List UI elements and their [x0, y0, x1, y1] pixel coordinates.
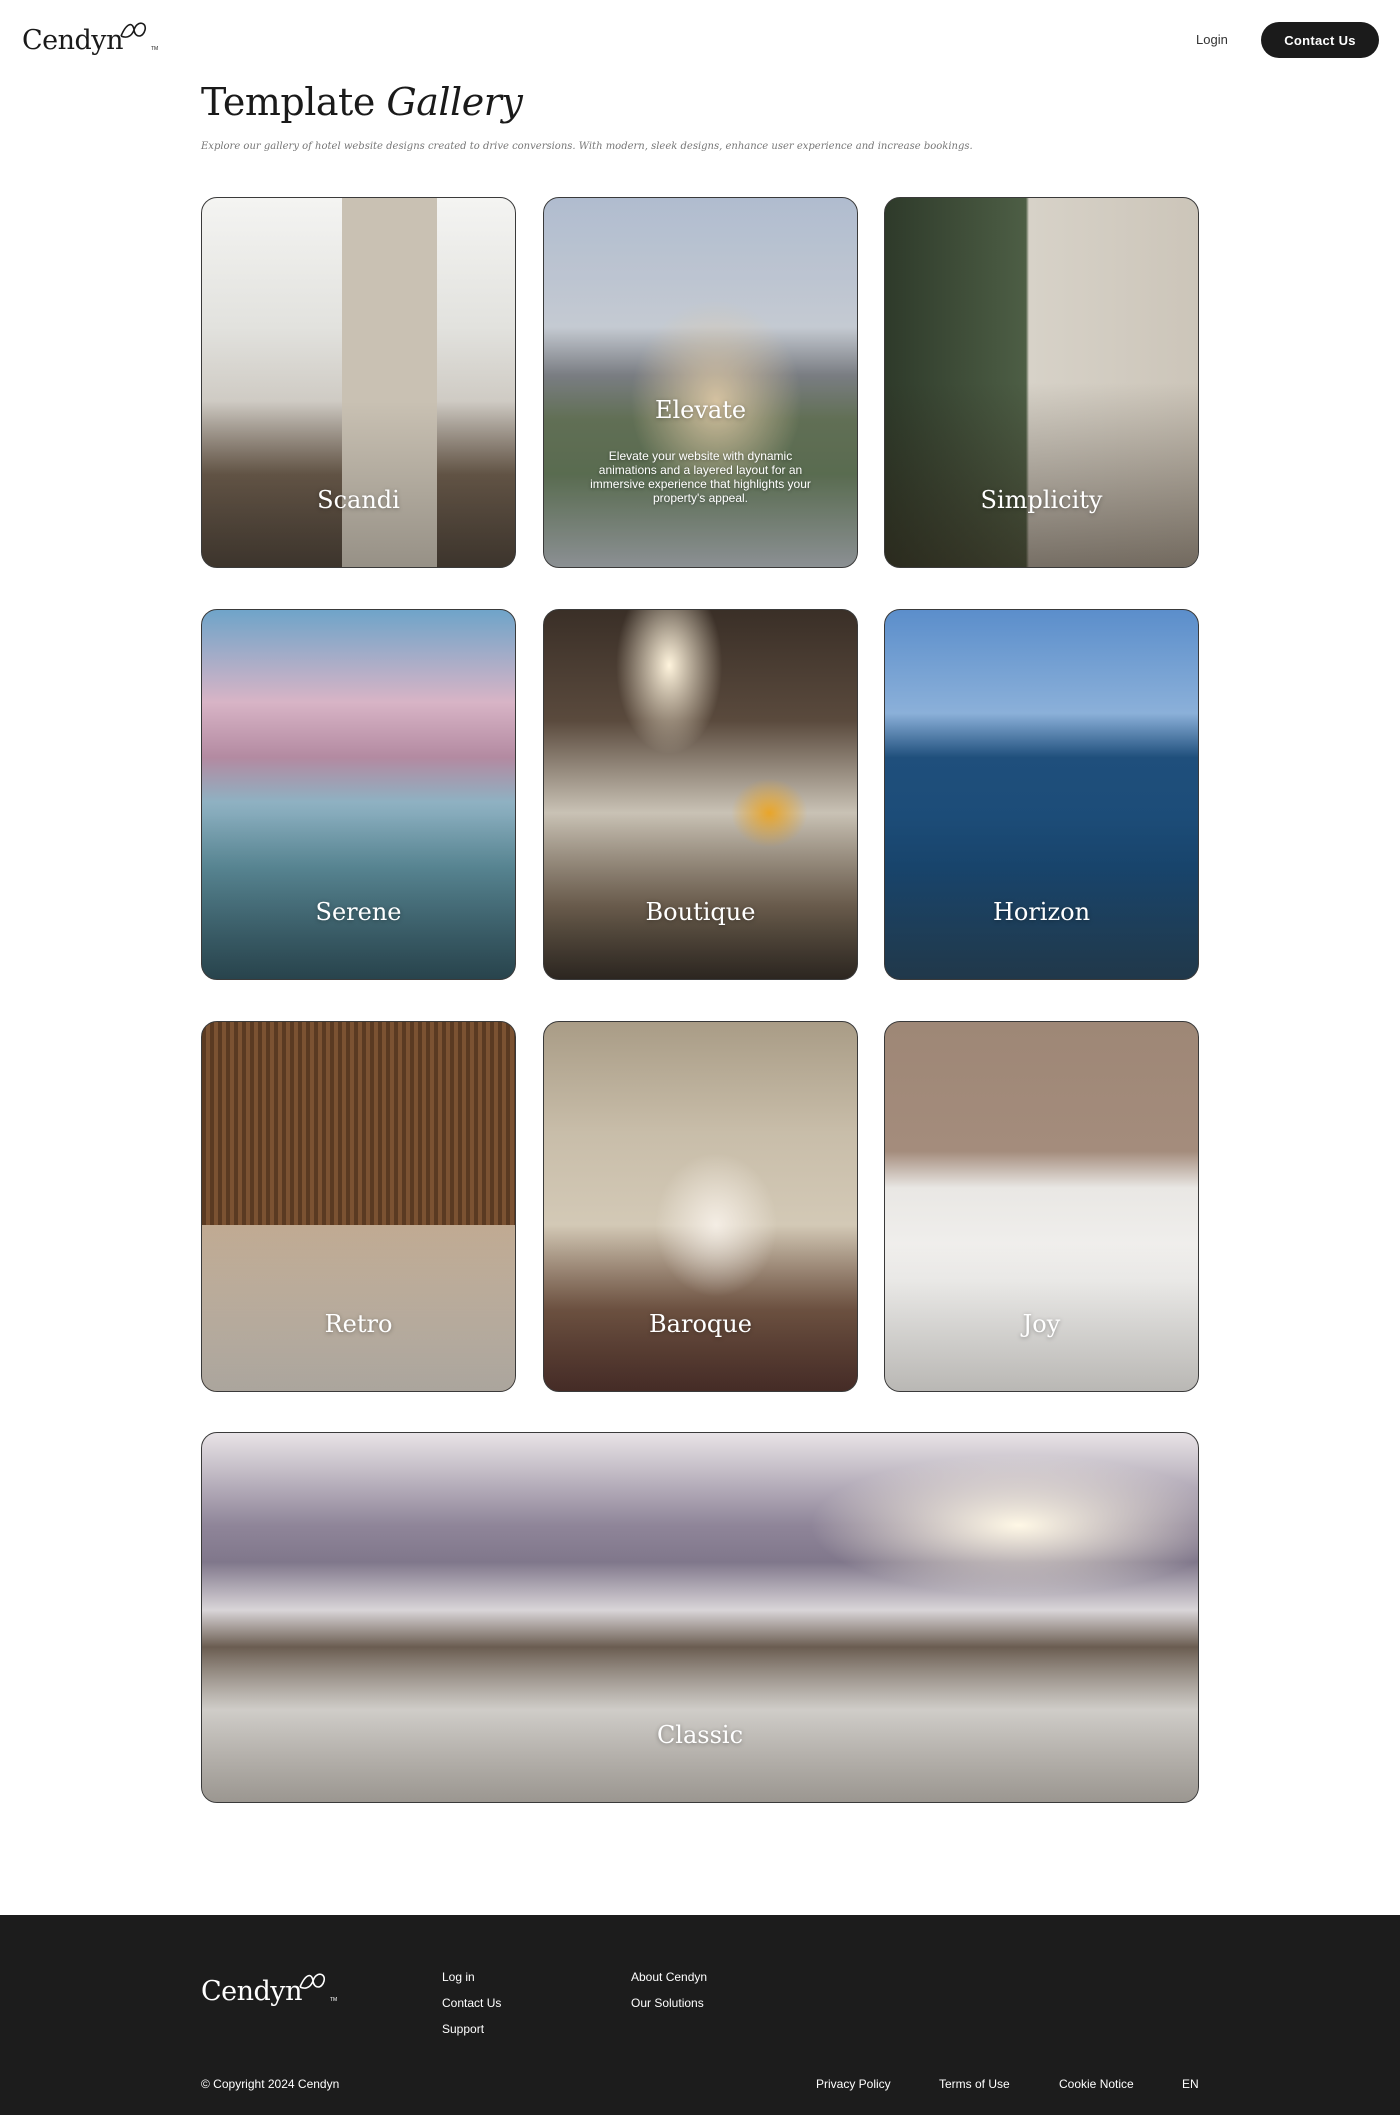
- template-name: Simplicity: [980, 486, 1103, 514]
- template-card-horizon[interactable]: Horizon: [884, 609, 1199, 980]
- footer-cendyn-logo[interactable]: Cendyn TM: [201, 1969, 337, 2007]
- cendyn-logo[interactable]: Cendyn TM: [22, 18, 158, 56]
- footer-link-contact-us[interactable]: Contact Us: [442, 1996, 501, 2010]
- template-card-scandi[interactable]: Scandi: [201, 197, 516, 568]
- template-name: Scandi: [317, 486, 400, 514]
- footer-logo-wordmark: Cendyn: [201, 1976, 302, 2007]
- footer-link-cookie-notice[interactable]: Cookie Notice: [1059, 2077, 1134, 2091]
- login-link[interactable]: Login: [1196, 32, 1228, 47]
- footer-link-log-in[interactable]: Log in: [442, 1970, 475, 1984]
- trademark-mark: TM: [150, 46, 159, 52]
- footer-link-support[interactable]: Support: [442, 2022, 484, 2036]
- template-card-baroque[interactable]: Baroque: [543, 1021, 858, 1392]
- site-footer: Cendyn TM Log in Contact Us Support Abou…: [0, 1915, 1400, 2115]
- copyright-text: © Copyright 2024 Cendyn: [201, 2077, 340, 2091]
- card-overlay: [544, 198, 857, 567]
- template-name: Joy: [1022, 1310, 1061, 1338]
- template-name: Serene: [315, 898, 402, 926]
- template-name: Elevate: [654, 396, 747, 424]
- footer-link-about-cendyn[interactable]: About Cendyn: [631, 1970, 707, 1984]
- template-card-classic[interactable]: Classic: [201, 1432, 1199, 1803]
- infinity-loop-icon: [299, 1973, 325, 1989]
- template-name: Baroque: [649, 1310, 752, 1338]
- template-name: Boutique: [645, 898, 756, 926]
- footer-link-privacy-policy[interactable]: Privacy Policy: [816, 2077, 891, 2091]
- trademark-mark: TM: [329, 1997, 338, 2003]
- page-title-regular: Template: [201, 80, 387, 124]
- template-card-retro[interactable]: Retro: [201, 1021, 516, 1392]
- template-card-boutique[interactable]: Boutique: [543, 609, 858, 980]
- page-title: Template Gallery: [201, 80, 523, 124]
- template-name: Classic: [656, 1721, 744, 1749]
- footer-link-terms-of-use[interactable]: Terms of Use: [939, 2077, 1010, 2091]
- template-description: Elevate your website with dynamic animat…: [590, 449, 811, 505]
- template-card-joy[interactable]: Joy: [884, 1021, 1199, 1392]
- template-card-serene[interactable]: Serene: [201, 609, 516, 980]
- logo-wordmark: Cendyn: [22, 25, 123, 56]
- site-header: Cendyn TM Login Contact Us: [0, 0, 1400, 80]
- template-name: Retro: [324, 1310, 393, 1338]
- contact-us-button[interactable]: Contact Us: [1261, 22, 1379, 58]
- language-selector[interactable]: EN: [1182, 2077, 1199, 2091]
- infinity-loop-icon: [120, 22, 146, 38]
- page-subtitle: Explore our gallery of hotel website des…: [201, 141, 973, 152]
- footer-link-our-solutions[interactable]: Our Solutions: [631, 1996, 704, 2010]
- template-card-simplicity[interactable]: Simplicity: [884, 197, 1199, 568]
- template-card-elevate[interactable]: Elevate Elevate your website with dynami…: [543, 197, 858, 568]
- template-name: Horizon: [992, 898, 1091, 926]
- page-title-italic: Gallery: [386, 80, 523, 124]
